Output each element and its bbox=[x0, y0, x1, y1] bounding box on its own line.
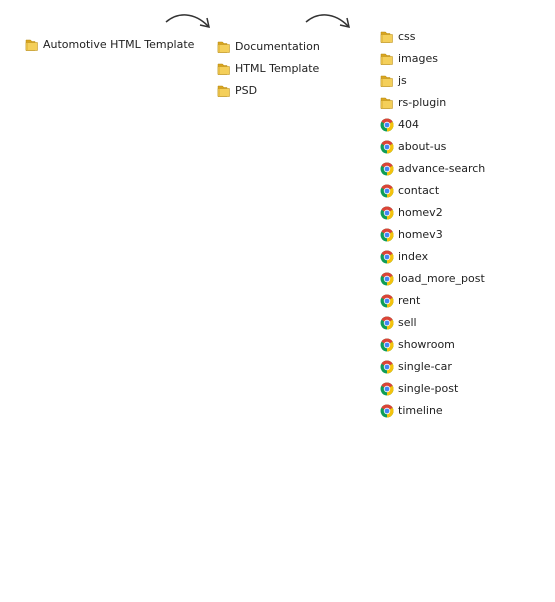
folder-label: css bbox=[398, 30, 416, 43]
file-label: advance-search bbox=[398, 162, 486, 175]
folder-icon bbox=[217, 62, 231, 76]
folder-item-rs-plugin[interactable]: rs-plugin bbox=[380, 92, 485, 114]
chrome-icon bbox=[380, 206, 394, 220]
folder-item-images[interactable]: images bbox=[380, 48, 485, 70]
chrome-icon bbox=[380, 404, 394, 418]
file-item-about-us[interactable]: about-us bbox=[380, 136, 485, 158]
chrome-icon bbox=[380, 250, 394, 264]
file-item-single-car[interactable]: single-car bbox=[380, 356, 485, 378]
file-label: index bbox=[398, 250, 429, 263]
chrome-icon bbox=[380, 338, 394, 352]
file-item-timeline[interactable]: timeline bbox=[380, 400, 485, 422]
chrome-icon bbox=[380, 162, 394, 176]
file-item-single-post[interactable]: single-post bbox=[380, 378, 485, 400]
file-label: showroom bbox=[398, 338, 455, 351]
folder-item-documentation[interactable]: Documentation bbox=[217, 36, 320, 58]
chrome-icon bbox=[380, 382, 394, 396]
file-item-advance-search[interactable]: advance-search bbox=[380, 158, 485, 180]
folder-label: PSD bbox=[235, 84, 258, 97]
package-folder-list: Documentation HTML Template PSD bbox=[217, 36, 320, 102]
chrome-icon bbox=[380, 118, 394, 132]
chrome-icon bbox=[380, 272, 394, 286]
html-template-file-list: css images js rs-plugin 404 about-us advance-s… bbox=[380, 26, 485, 422]
folder-label: images bbox=[398, 52, 438, 65]
folder-icon bbox=[380, 52, 394, 66]
chrome-icon bbox=[380, 140, 394, 154]
file-label: homev3 bbox=[398, 228, 443, 241]
folder-label: Automotive HTML Template bbox=[43, 38, 195, 51]
file-label: contact bbox=[398, 184, 440, 197]
file-label: single-car bbox=[398, 360, 452, 373]
file-label: sell bbox=[398, 316, 417, 329]
arrow-icon bbox=[305, 14, 350, 28]
file-item-index[interactable]: index bbox=[380, 246, 485, 268]
file-label: homev2 bbox=[398, 206, 443, 219]
folder-icon bbox=[217, 40, 231, 54]
folder-item-css[interactable]: css bbox=[380, 26, 485, 48]
folder-label: HTML Template bbox=[235, 62, 320, 75]
file-item-rent[interactable]: rent bbox=[380, 290, 485, 312]
folder-icon bbox=[380, 96, 394, 110]
chrome-icon bbox=[380, 360, 394, 374]
folder-icon bbox=[380, 74, 394, 88]
chrome-icon bbox=[380, 316, 394, 330]
folder-label: rs-plugin bbox=[398, 96, 447, 109]
chrome-icon bbox=[380, 294, 394, 308]
file-item-sell[interactable]: sell bbox=[380, 312, 485, 334]
file-item-showroom[interactable]: showroom bbox=[380, 334, 485, 356]
file-item-404[interactable]: 404 bbox=[380, 114, 485, 136]
folder-icon bbox=[380, 30, 394, 44]
chrome-icon bbox=[380, 228, 394, 242]
folder-item-html-template[interactable]: HTML Template bbox=[217, 58, 320, 80]
chrome-icon bbox=[380, 184, 394, 198]
folder-icon bbox=[217, 84, 231, 98]
file-item-homev3[interactable]: homev3 bbox=[380, 224, 485, 246]
folder-icon bbox=[25, 38, 39, 52]
file-label: single-post bbox=[398, 382, 459, 395]
file-item-homev2[interactable]: homev2 bbox=[380, 202, 485, 224]
folder-label: Documentation bbox=[235, 40, 320, 53]
folder-item-js[interactable]: js bbox=[380, 70, 485, 92]
folder-item-psd[interactable]: PSD bbox=[217, 80, 320, 102]
folder-label: js bbox=[398, 74, 407, 87]
file-item-load-more-post[interactable]: load_more_post bbox=[380, 268, 485, 290]
arrow-icon bbox=[165, 14, 210, 28]
file-label: timeline bbox=[398, 404, 443, 417]
file-item-contact[interactable]: contact bbox=[380, 180, 485, 202]
file-label: rent bbox=[398, 294, 421, 307]
root-folder-list: Automotive HTML Template bbox=[25, 34, 194, 56]
folder-item-automotive-html-template[interactable]: Automotive HTML Template bbox=[25, 34, 194, 56]
file-label: 404 bbox=[398, 118, 419, 131]
file-label: load_more_post bbox=[398, 272, 485, 285]
file-label: about-us bbox=[398, 140, 447, 153]
